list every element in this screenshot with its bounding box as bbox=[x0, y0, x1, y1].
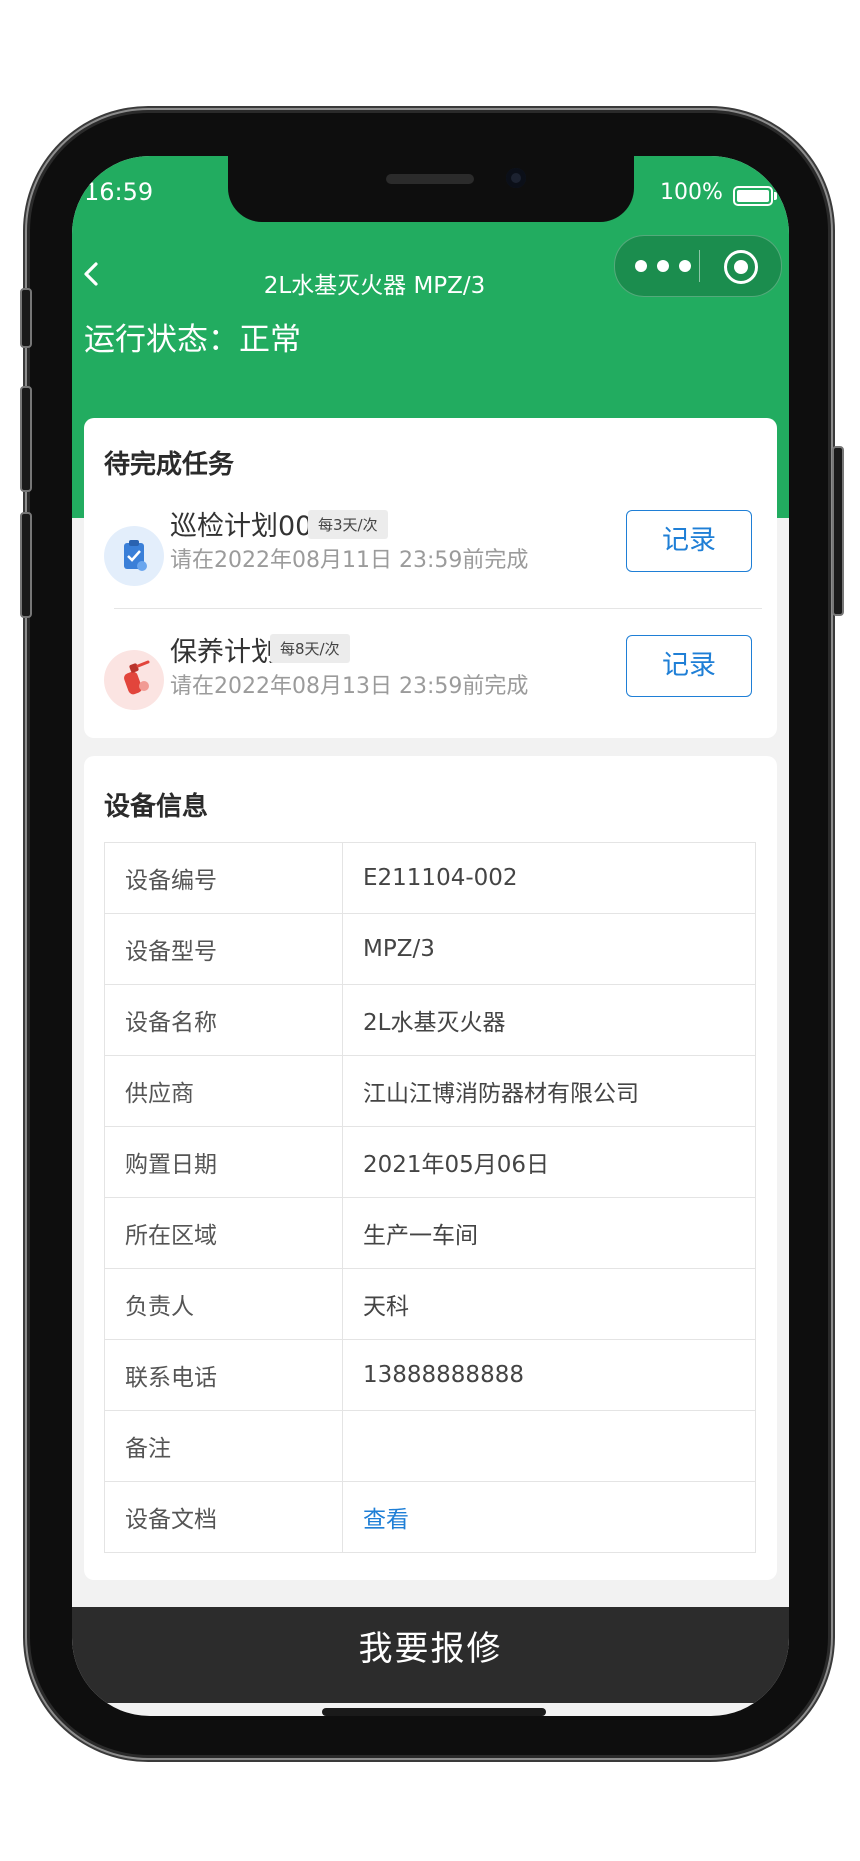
volume-up-button bbox=[20, 386, 32, 492]
task-name: 保养计划 bbox=[170, 637, 278, 668]
table-row: 设备编号 E211104-002 bbox=[104, 842, 756, 914]
front-camera bbox=[506, 168, 526, 188]
field-label: 设备文档 bbox=[104, 1481, 343, 1553]
table-row: 负责人 天科 bbox=[104, 1268, 756, 1340]
mute-switch bbox=[20, 288, 32, 348]
battery-icon bbox=[733, 186, 777, 206]
home-indicator bbox=[322, 1708, 546, 1716]
task-frequency-badge: 每8天/次 bbox=[270, 634, 350, 663]
table-row: 设备文档 查看 bbox=[104, 1481, 756, 1553]
field-value: E211104-002 bbox=[342, 842, 756, 914]
status-time: 16:59 bbox=[84, 178, 154, 206]
device-info-table: 设备编号 E211104-002 设备型号 MPZ/3 设备名称 2L水基灭火器 供应… bbox=[104, 842, 756, 1553]
mini-program-capsule bbox=[614, 235, 782, 297]
field-value: 天科 bbox=[342, 1268, 756, 1340]
table-row: 设备型号 MPZ/3 bbox=[104, 913, 756, 985]
device-info-card: 设备信息 设备编号 E211104-002 设备型号 MPZ/3 设备名称 2L水基灭… bbox=[84, 756, 777, 1580]
field-label: 设备编号 bbox=[104, 842, 343, 914]
record-button[interactable]: 记录 bbox=[626, 510, 752, 572]
notch bbox=[228, 156, 634, 222]
field-label: 负责人 bbox=[104, 1268, 343, 1340]
screen: 16:59 100% 2L水基灭火器 MPZ/3 运行状态：正常 待完成任务 巡… bbox=[72, 156, 789, 1716]
task-frequency-badge: 每3天/次 bbox=[308, 510, 388, 539]
table-row: 设备名称 2L水基灭火器 bbox=[104, 984, 756, 1056]
field-value: 2021年05月06日 bbox=[342, 1126, 756, 1198]
pending-tasks-card: 待完成任务 巡检计划007 每3天/次 请在2022年08月11日 23:59前… bbox=[84, 418, 777, 738]
task-deadline: 请在2022年08月13日 23:59前完成 bbox=[170, 674, 529, 699]
field-value: MPZ/3 bbox=[342, 913, 756, 985]
table-row: 备注 bbox=[104, 1410, 756, 1482]
field-label: 联系电话 bbox=[104, 1339, 343, 1411]
field-value: 江山江博消防器材有限公司 bbox=[342, 1055, 756, 1127]
field-label: 设备型号 bbox=[104, 913, 343, 985]
volume-down-button bbox=[20, 512, 32, 618]
power-button bbox=[832, 446, 844, 616]
table-row: 供应商 江山江博消防器材有限公司 bbox=[104, 1055, 756, 1127]
close-miniprogram-icon[interactable] bbox=[724, 250, 758, 284]
table-row: 购置日期 2021年05月06日 bbox=[104, 1126, 756, 1198]
field-value: 13888888888 bbox=[342, 1339, 756, 1411]
record-button[interactable]: 记录 bbox=[626, 635, 752, 697]
field-label: 设备名称 bbox=[104, 984, 343, 1056]
field-label: 供应商 bbox=[104, 1055, 343, 1127]
speaker-grille bbox=[386, 174, 474, 184]
table-row: 所在区域 生产一车间 bbox=[104, 1197, 756, 1269]
field-value bbox=[342, 1410, 756, 1482]
run-status: 运行状态：正常 bbox=[84, 322, 301, 358]
field-label: 所在区域 bbox=[104, 1197, 343, 1269]
nav-title: 2L水基灭火器 MPZ/3 bbox=[263, 273, 486, 299]
clipboard-check-icon bbox=[104, 526, 164, 586]
task-divider bbox=[114, 608, 762, 609]
more-menu-icon[interactable] bbox=[635, 256, 695, 276]
fire-extinguisher-icon bbox=[104, 650, 164, 710]
report-repair-button[interactable]: 我要报修 bbox=[72, 1607, 789, 1703]
table-row: 联系电话 13888888888 bbox=[104, 1339, 756, 1411]
device-info-title: 设备信息 bbox=[104, 792, 209, 822]
pending-tasks-title: 待完成任务 bbox=[104, 450, 235, 480]
field-value: 生产一车间 bbox=[342, 1197, 756, 1269]
battery-percentage: 100% bbox=[660, 180, 723, 205]
field-label: 备注 bbox=[104, 1410, 343, 1482]
field-value: 2L水基灭火器 bbox=[342, 984, 756, 1056]
view-document-link[interactable]: 查看 bbox=[342, 1481, 756, 1553]
field-label: 购置日期 bbox=[104, 1126, 343, 1198]
task-name: 巡检计划007 bbox=[170, 511, 330, 542]
task-deadline: 请在2022年08月11日 23:59前完成 bbox=[170, 548, 529, 573]
